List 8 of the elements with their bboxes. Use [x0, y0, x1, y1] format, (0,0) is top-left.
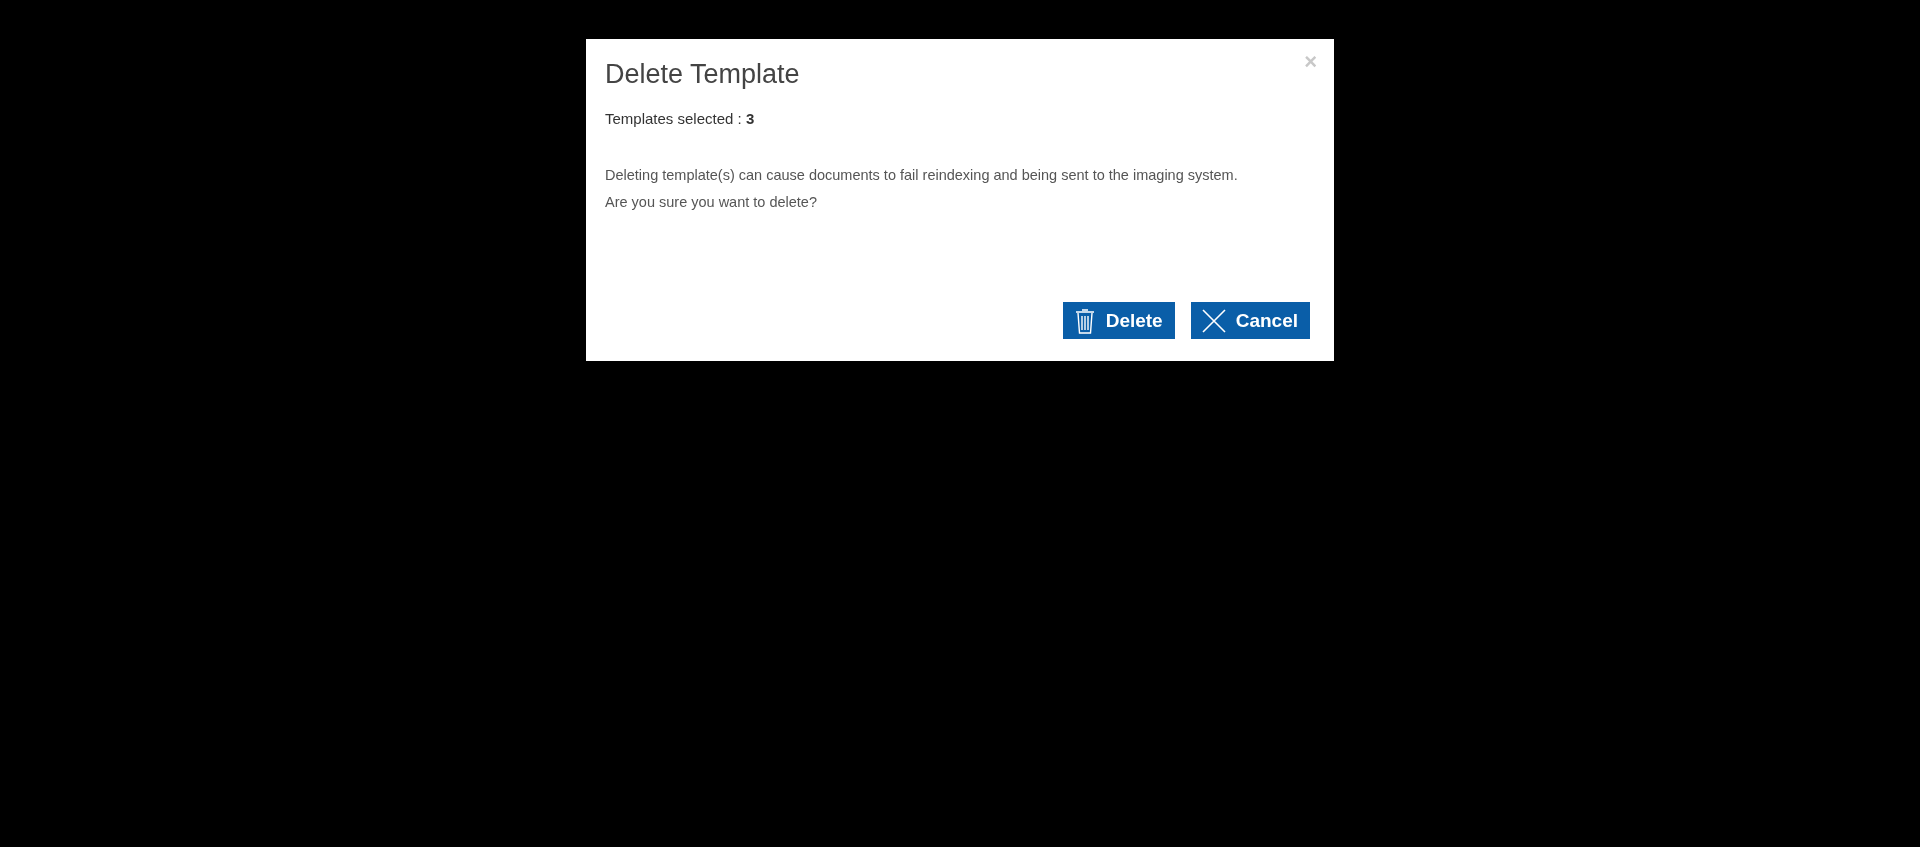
- dialog-title: Delete Template: [605, 58, 800, 91]
- trash-icon: [1073, 306, 1096, 335]
- selection-count: Templates selected : 3: [605, 110, 755, 128]
- warning-text: Are you sure you want to delete?: [605, 194, 817, 211]
- close-icon: [1201, 308, 1226, 333]
- warning-text: Deleting template(s) can cause documents to fail reindexing and being sent to the imaging system.: [605, 167, 1238, 184]
- delete-button[interactable]: Delete: [1062, 302, 1175, 339]
- cancel-button[interactable]: Cancel: [1190, 302, 1310, 339]
